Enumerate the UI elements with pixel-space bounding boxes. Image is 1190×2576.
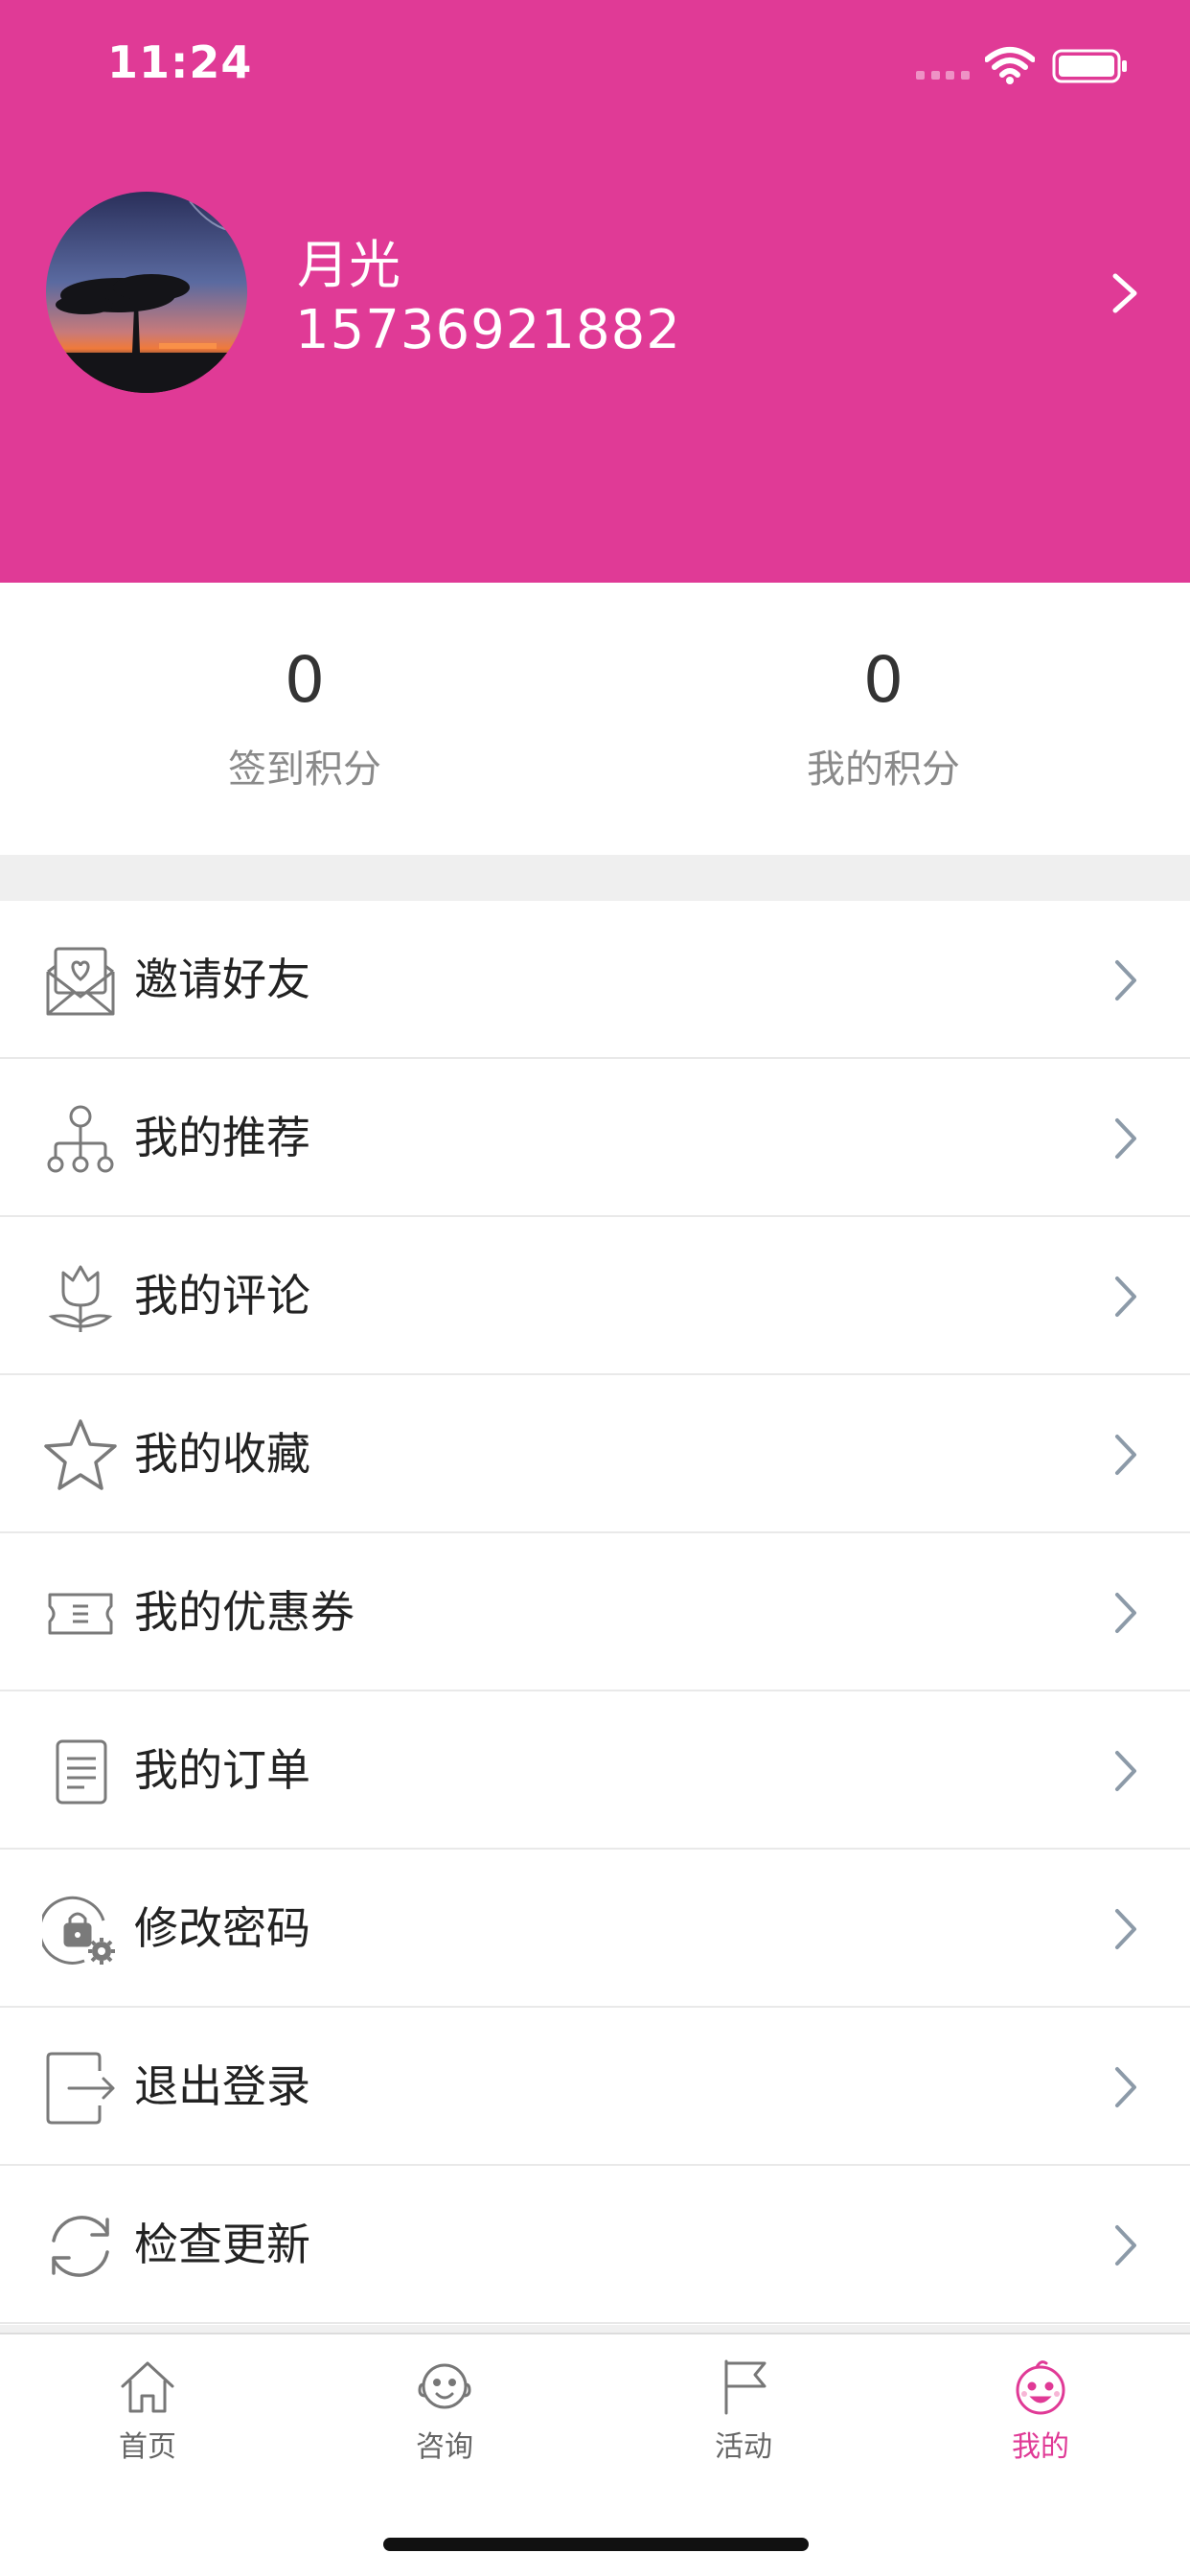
user-name[interactable]: 月光 bbox=[297, 222, 400, 298]
tab-consult[interactable]: 咨询 bbox=[349, 2356, 540, 2465]
menu-item-check-update[interactable]: 检查更新 bbox=[0, 2166, 1190, 2324]
recommend-tree-icon bbox=[47, 1105, 114, 1173]
menu-label: 检查更新 bbox=[134, 2219, 310, 2270]
menu-label: 我的收藏 bbox=[134, 1428, 310, 1480]
menu-label: 我的推荐 bbox=[134, 1112, 310, 1163]
order-document-icon bbox=[56, 1739, 107, 1805]
status-bar: 11:24 bbox=[0, 0, 1190, 129]
consult-face-icon bbox=[418, 2363, 471, 2409]
menu-item-my-coupons[interactable]: 我的优惠券 bbox=[0, 1533, 1190, 1691]
menu-item-change-password[interactable]: 修改密码 bbox=[0, 1850, 1190, 2008]
cellular-signal-icon bbox=[916, 71, 970, 80]
menu-label: 修改密码 bbox=[134, 1902, 310, 1954]
chevron-right-icon bbox=[1115, 2225, 1136, 2266]
menu-item-my-comments[interactable]: 我的评论 bbox=[0, 1217, 1190, 1375]
divider bbox=[0, 2325, 1190, 2333]
chevron-right-icon bbox=[1115, 1118, 1136, 1159]
menu-label: 我的优惠券 bbox=[134, 1586, 355, 1638]
stat-label: 我的积分 bbox=[807, 748, 960, 792]
tab-label: 首页 bbox=[119, 2430, 176, 2464]
tab-activities[interactable]: 活动 bbox=[648, 2356, 839, 2465]
menu-list: 邀请好友 我的推荐 我的评论 我的收藏 我的优惠券 我的订单 修改密码 退出登录… bbox=[0, 901, 1190, 2324]
stat-value: 0 bbox=[863, 643, 904, 717]
stat-value: 0 bbox=[285, 643, 325, 717]
stat-checkin-points[interactable]: 0 签到积分 bbox=[103, 634, 506, 794]
logout-icon bbox=[46, 2052, 115, 2125]
coupon-icon bbox=[48, 1593, 113, 1635]
chevron-right-icon[interactable] bbox=[1108, 272, 1142, 314]
chevron-right-icon bbox=[1115, 1593, 1136, 1633]
menu-item-invite-friends[interactable]: 邀请好友 bbox=[0, 901, 1190, 1059]
menu-label: 退出登录 bbox=[134, 2060, 310, 2112]
points-stats: 0 签到积分 0 我的积分 bbox=[0, 583, 1190, 855]
flag-icon bbox=[724, 2359, 767, 2415]
lock-settings-icon bbox=[42, 1896, 115, 1965]
chevron-right-icon bbox=[1115, 1909, 1136, 1949]
profile-header: 11:24 月光 15736921882 bbox=[0, 0, 1190, 583]
chevron-right-icon bbox=[1115, 960, 1136, 1000]
tab-label: 活动 bbox=[715, 2430, 772, 2464]
avatar[interactable] bbox=[46, 192, 247, 393]
comment-flower-icon bbox=[48, 1265, 113, 1332]
chevron-right-icon bbox=[1115, 1435, 1136, 1475]
battery-icon bbox=[1052, 49, 1127, 83]
baby-face-icon bbox=[1016, 2360, 1065, 2415]
home-icon bbox=[121, 2361, 174, 2413]
menu-label: 我的评论 bbox=[134, 1270, 310, 1322]
refresh-icon bbox=[52, 2216, 109, 2277]
user-phone[interactable]: 15736921882 bbox=[295, 299, 681, 361]
wifi-icon bbox=[985, 47, 1035, 84]
tab-label: 我的 bbox=[1012, 2430, 1069, 2464]
tab-home[interactable]: 首页 bbox=[52, 2356, 243, 2465]
stat-my-points[interactable]: 0 我的积分 bbox=[682, 634, 1085, 794]
menu-item-my-orders[interactable]: 我的订单 bbox=[0, 1691, 1190, 1850]
menu-label: 我的订单 bbox=[134, 1744, 310, 1796]
tab-mine[interactable]: 我的 bbox=[945, 2356, 1136, 2465]
chevron-right-icon bbox=[1115, 2067, 1136, 2107]
chevron-right-icon bbox=[1115, 1751, 1136, 1791]
tab-label: 咨询 bbox=[416, 2430, 473, 2464]
home-indicator[interactable] bbox=[383, 2538, 809, 2551]
chevron-right-icon bbox=[1115, 1276, 1136, 1317]
menu-item-my-recommendations[interactable]: 我的推荐 bbox=[0, 1059, 1190, 1217]
menu-item-my-favorites[interactable]: 我的收藏 bbox=[0, 1375, 1190, 1533]
section-divider bbox=[0, 855, 1190, 901]
menu-item-logout[interactable]: 退出登录 bbox=[0, 2008, 1190, 2166]
star-icon bbox=[44, 1419, 117, 1490]
invite-envelope-icon bbox=[46, 947, 115, 1016]
status-time: 11:24 bbox=[107, 36, 253, 88]
menu-label: 邀请好友 bbox=[134, 954, 310, 1005]
stat-label: 签到积分 bbox=[228, 748, 381, 792]
